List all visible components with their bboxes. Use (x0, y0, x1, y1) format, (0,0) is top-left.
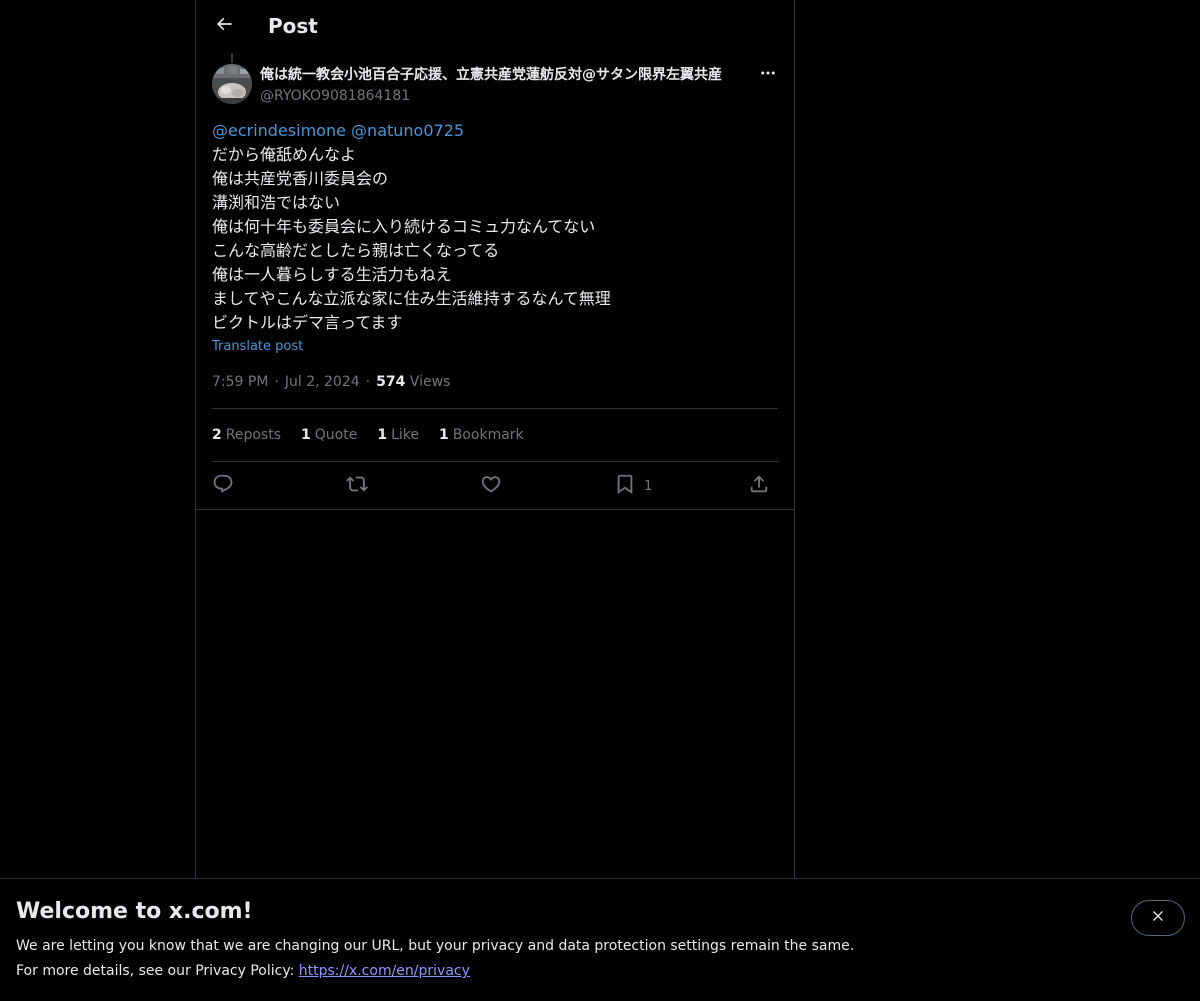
privacy-policy-link[interactable]: https://x.com/en/privacy (299, 963, 470, 979)
post-line: 俺は共産党香川委員会の (212, 169, 389, 188)
mention-link[interactable]: @natuno0725 (351, 121, 464, 140)
repost-button[interactable] (346, 472, 368, 500)
bookmark-icon (614, 473, 636, 499)
banner-privacy-prefix: For more details, see our Privacy Policy… (16, 963, 299, 979)
reposts-stat[interactable]: 2 Reposts (212, 426, 281, 444)
reply-button[interactable] (212, 472, 234, 500)
post-date[interactable]: Jul 2, 2024 (285, 374, 360, 390)
quotes-label: Quote (314, 427, 358, 443)
divider (212, 408, 778, 409)
translate-post-link[interactable]: Translate post (212, 338, 303, 356)
views-count: 574 (376, 374, 406, 390)
main-column: Post 俺は統一教会小池百合子応援、立憲共産党蓮舫反対@サタン限界左翼共産 @… (195, 0, 795, 878)
page-title: Post (268, 14, 318, 38)
bookmarks-stat[interactable]: 1 Bookmark (439, 426, 524, 444)
post-time[interactable]: 7:59 PM (212, 374, 268, 390)
page-header: Post (196, 0, 794, 53)
banner-title: Welcome to x.com! (16, 899, 253, 924)
reposts-label: Reposts (225, 427, 281, 443)
heart-icon (480, 473, 502, 499)
post-meta: 7:59 PM · Jul 2, 2024 · 574 Views (212, 373, 450, 391)
mention-link[interactable]: @ecrindesimone (212, 121, 346, 140)
action-bar: 1 (212, 472, 778, 500)
divider (212, 461, 778, 462)
post-line: ましてやこんな立派な家に住み生活維持するなんて無理 (212, 289, 611, 308)
post-line: 俺は一人暮らしする生活力もねえ (212, 265, 452, 284)
welcome-banner: Welcome to x.com! We are letting you kno… (0, 878, 1200, 1001)
likes-stat[interactable]: 1 Like (377, 426, 419, 444)
post-line: 溝渕和浩ではない (212, 193, 341, 212)
bookmarks-label: Bookmark (452, 427, 524, 443)
views-label: Views (409, 374, 451, 390)
more-icon (759, 64, 777, 86)
banner-message: We are letting you know that we are chan… (16, 938, 855, 954)
share-button[interactable] (748, 472, 770, 500)
engagement-stats: 2 Reposts 1 Quote 1 Like 1 Bookmark (212, 426, 524, 444)
mention-line: @ecrindesimone @natuno0725 (212, 119, 778, 143)
author-handle[interactable]: @RYOKO9081864181 (260, 87, 410, 105)
reposts-count: 2 (212, 427, 222, 443)
like-button[interactable] (480, 472, 502, 500)
share-icon (748, 473, 770, 499)
quotes-stat[interactable]: 1 Quote (301, 426, 357, 444)
meta-separator: · (274, 374, 279, 390)
post-line: こんな高齢だとしたら親は亡くなってる (212, 241, 500, 260)
meta-separator: · (365, 374, 371, 390)
post-line: ビクトルはデマ言ってます (212, 313, 403, 332)
avatar[interactable] (212, 64, 252, 104)
quotes-count: 1 (301, 427, 311, 443)
likes-count: 1 (377, 427, 388, 443)
close-banner-button[interactable] (1131, 900, 1185, 936)
bookmark-count: 1 (644, 478, 653, 494)
post-line: 俺は何十年も委員会に入り続けるコミュ力なんてない (212, 217, 596, 236)
close-icon (1150, 908, 1166, 928)
banner-privacy-line: For more details, see our Privacy Policy… (16, 962, 470, 980)
author-display-name[interactable]: 俺は統一教会小池百合子応援、立憲共産党蓮舫反対@サタン限界左翼共産 (260, 66, 752, 84)
arrow-left-icon (214, 14, 234, 38)
thread-connector (231, 53, 233, 63)
post-body: @ecrindesimone @natuno0725 だから俺舐めんなよ 俺は共… (212, 119, 778, 335)
bookmarks-count: 1 (438, 427, 449, 443)
repost-icon (346, 473, 368, 499)
post-line: だから俺舐めんなよ (212, 145, 357, 164)
divider (196, 509, 794, 510)
reply-icon (212, 473, 234, 499)
back-button[interactable] (207, 9, 241, 43)
more-options-button[interactable] (756, 64, 780, 86)
likes-label: Like (391, 427, 419, 443)
bookmark-button[interactable]: 1 (614, 472, 652, 500)
